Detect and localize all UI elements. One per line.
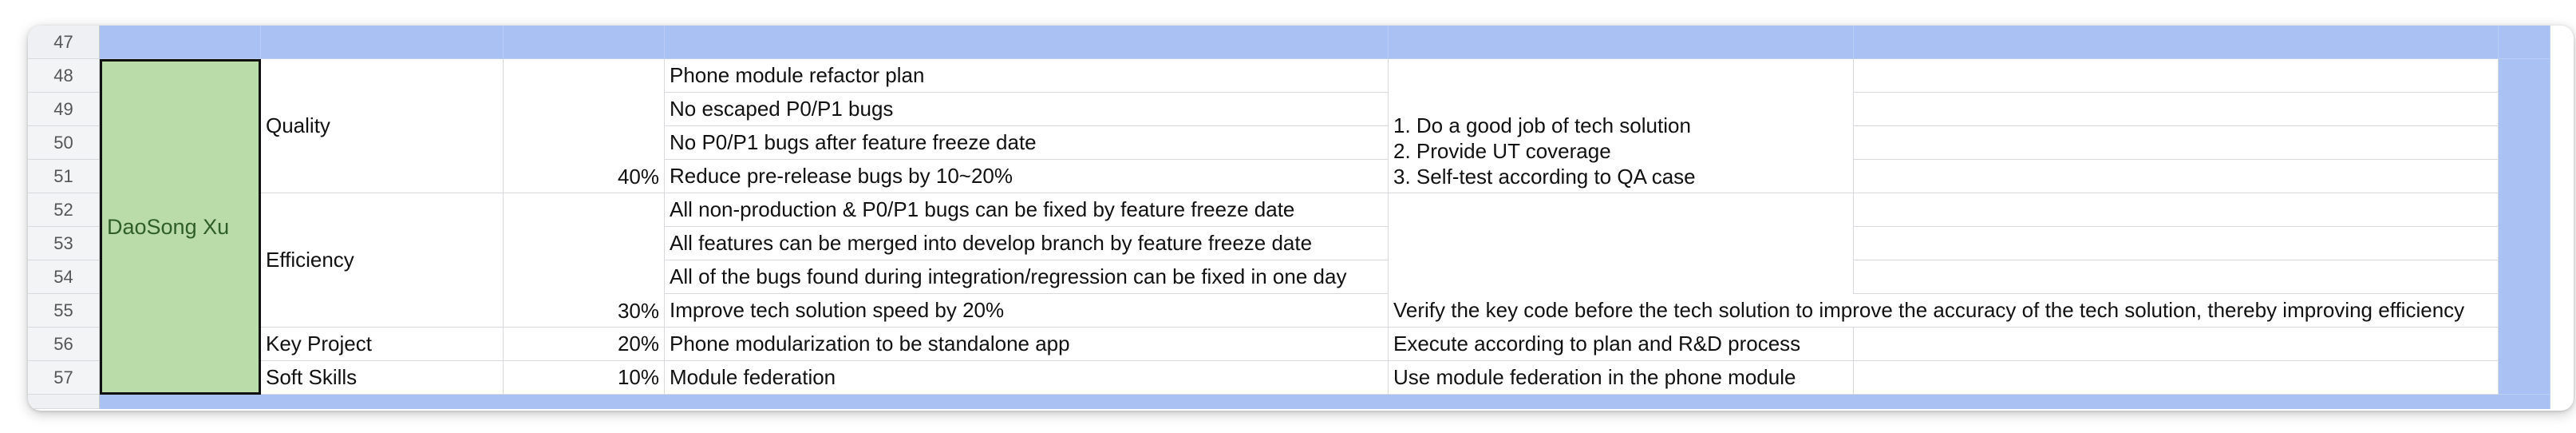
empty-cell[interactable] (1854, 361, 2499, 395)
goal-cell[interactable]: All of the bugs found during integration… (665, 260, 1389, 294)
weight-key-project[interactable]: 20% (504, 328, 665, 361)
band-cell[interactable] (665, 26, 1389, 59)
goal-cell[interactable]: All features can be merged into develop … (665, 227, 1389, 260)
empty-cell[interactable] (1854, 227, 2499, 260)
row-header-55[interactable]: 55 (28, 294, 100, 328)
band-cell[interactable] (261, 26, 504, 59)
row-header-49[interactable]: 49 (28, 93, 100, 126)
row-header-53[interactable]: 53 (28, 227, 100, 260)
category-efficiency[interactable]: Efficiency (261, 193, 504, 328)
weight-soft-skills[interactable]: 10% (504, 361, 665, 395)
category-soft-skills[interactable]: Soft Skills (261, 361, 504, 395)
action-quality-line: 2. Provide UT coverage (1393, 139, 1611, 163)
goal-cell[interactable]: All non-production & P0/P1 bugs can be f… (665, 193, 1389, 227)
category-key-project[interactable]: Key Project (261, 328, 504, 361)
row-header-48[interactable]: 48 (28, 59, 100, 93)
row-header-52[interactable]: 52 (28, 193, 100, 227)
row-header-47[interactable]: 47 (28, 26, 100, 59)
empty-cell[interactable] (1854, 193, 2499, 227)
row-header-57[interactable]: 57 (28, 361, 100, 395)
goal-cell[interactable]: Reduce pre-release bugs by 10~20% (665, 160, 1389, 193)
action-soft-skills-cell[interactable]: Use module federation in the phone modul… (1389, 361, 1854, 395)
row-header-51[interactable]: 51 (28, 160, 100, 193)
band-cell[interactable] (1854, 26, 2499, 59)
row-header-58[interactable] (28, 395, 100, 409)
band-cell[interactable] (504, 26, 665, 59)
band-cell[interactable] (100, 26, 261, 59)
row-header-50[interactable]: 50 (28, 126, 100, 160)
empty-cell[interactable] (1854, 93, 2499, 126)
weight-quality[interactable]: 40% (504, 59, 665, 193)
spreadsheet-grid: 47 48 49 50 51 52 53 54 55 56 57 DaoSong… (28, 26, 2550, 409)
weight-efficiency[interactable]: 30% (504, 193, 665, 328)
action-quality-cell[interactable]: 1. Do a good job of tech solution 2. Pro… (1389, 59, 1854, 193)
action-quality-line: 3. Self-test according to QA case (1393, 165, 1696, 189)
empty-cell[interactable] (1854, 59, 2499, 93)
row-header-54[interactable]: 54 (28, 260, 100, 294)
band-cell[interactable] (2499, 59, 2550, 395)
action-quality-line: 1. Do a good job of tech solution (1393, 113, 1691, 137)
empty-cell[interactable] (1854, 260, 2499, 294)
category-quality[interactable]: Quality (261, 59, 504, 193)
goal-cell[interactable]: Phone module refactor plan (665, 59, 1389, 93)
goal-cell[interactable]: Improve tech solution speed by 20% (665, 294, 1389, 328)
empty-cell[interactable] (1854, 126, 2499, 160)
empty-cell[interactable] (1854, 328, 2499, 361)
goal-cell[interactable]: No P0/P1 bugs after feature freeze date (665, 126, 1389, 160)
row-header-56[interactable]: 56 (28, 328, 100, 361)
action-overflow-cell[interactable]: Verify the key code before the tech solu… (1389, 294, 2499, 328)
spreadsheet-panel: 47 48 49 50 51 52 53 54 55 56 57 DaoSong… (28, 26, 2574, 411)
action-key-project-cell[interactable]: Execute according to plan and R&D proces… (1389, 328, 1854, 361)
empty-cell[interactable] (1854, 160, 2499, 193)
goal-cell[interactable]: Module federation (665, 361, 1389, 395)
goal-cell[interactable]: Phone modularization to be standalone ap… (665, 328, 1389, 361)
band-cell[interactable] (1389, 26, 1854, 59)
employee-name-cell[interactable]: DaoSong Xu (100, 59, 261, 395)
band-cell[interactable] (2499, 26, 2550, 59)
band-cell[interactable] (100, 395, 2550, 409)
goal-cell[interactable]: No escaped P0/P1 bugs (665, 93, 1389, 126)
